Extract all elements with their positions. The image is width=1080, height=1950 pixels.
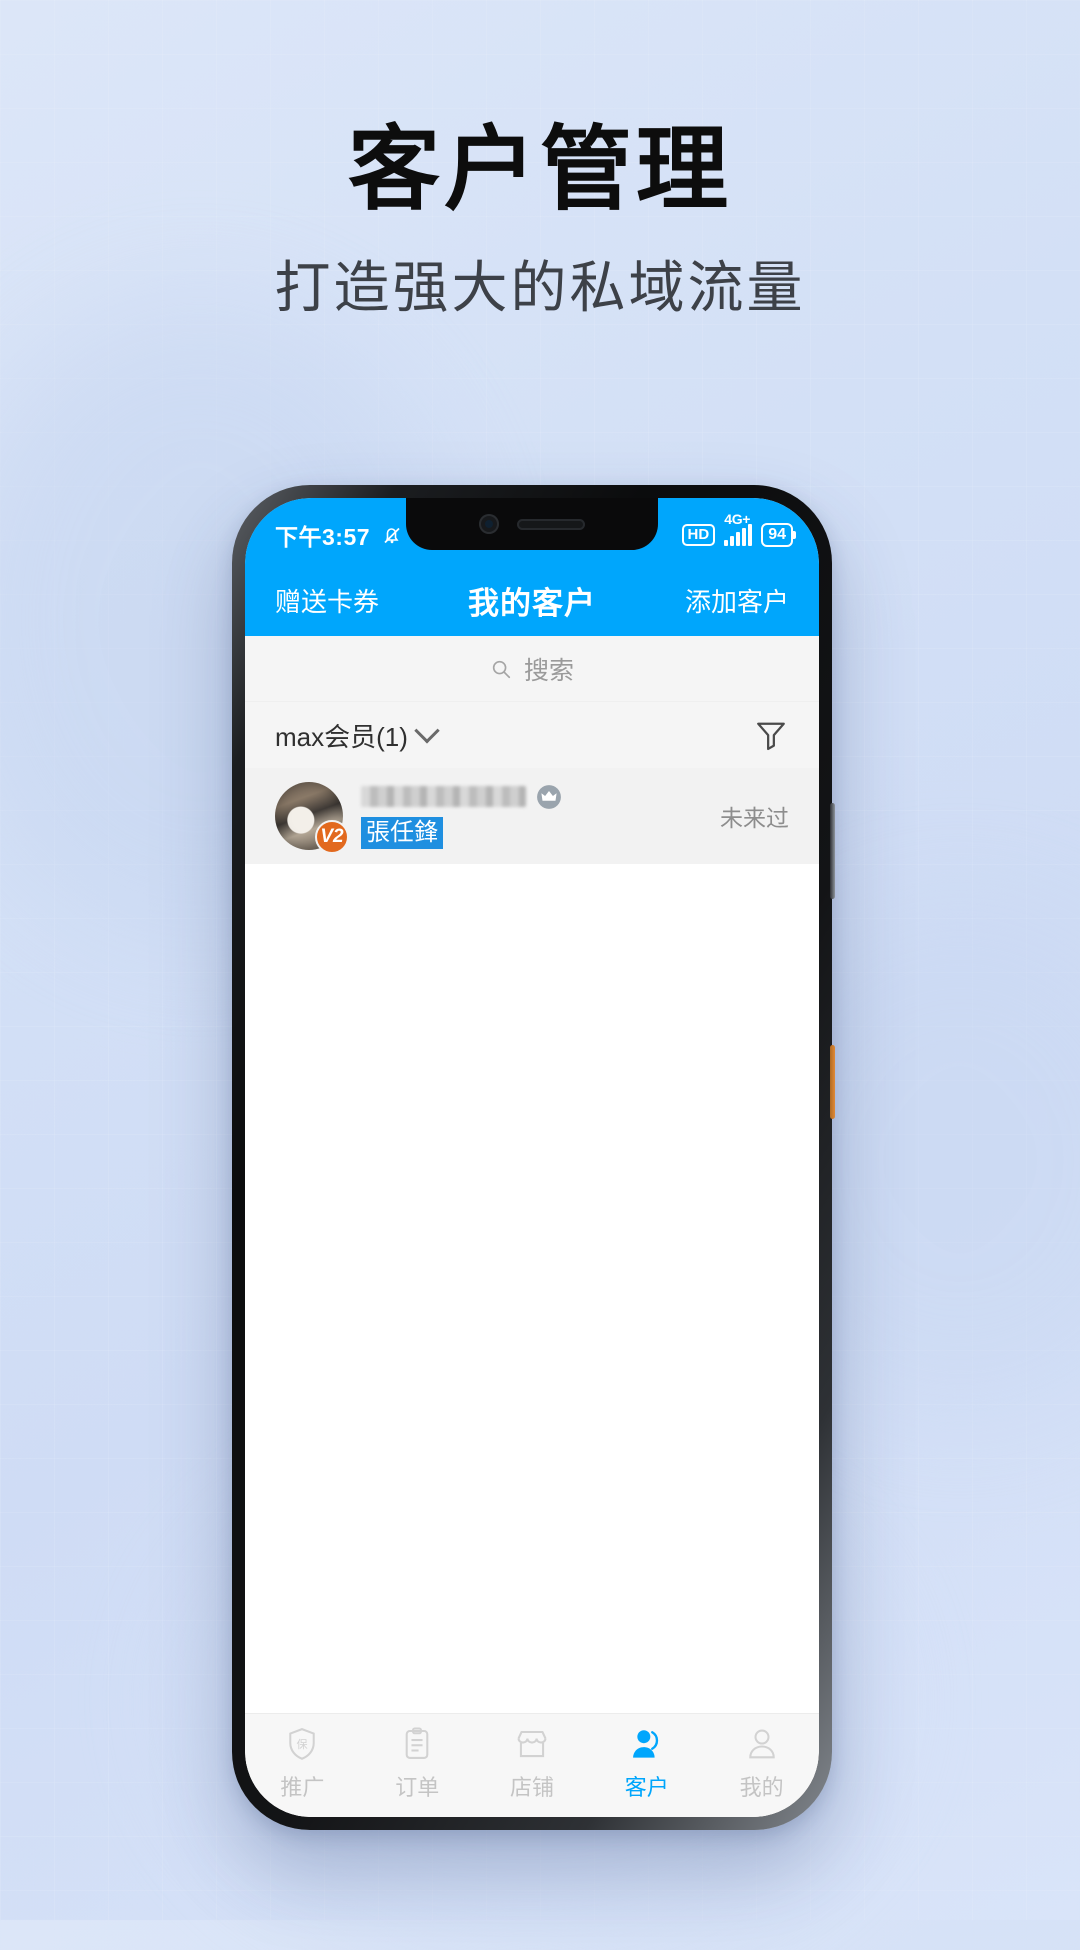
member-group-dropdown[interactable]: max会员(1) — [275, 717, 440, 754]
status-left: 下午3:57 — [275, 510, 404, 552]
crown-icon — [537, 784, 561, 809]
tab-label-promotion: 推广 — [280, 1775, 325, 1800]
front-camera-icon — [479, 514, 499, 534]
chevron-down-icon — [414, 718, 440, 744]
phone-notch — [406, 498, 658, 550]
tab-orders[interactable]: 订单 — [360, 1723, 475, 1802]
member-group-label: max会员(1) — [275, 721, 408, 752]
avatar: V2 — [275, 782, 349, 854]
hd-badge: HD — [681, 523, 716, 547]
tab-label-customers: 客户 — [624, 1775, 669, 1800]
phone-screen: 下午3:57 HD 4G+ 94 赠送卡券 我的客户 添加客户 搜索 max会员… — [245, 498, 819, 1817]
phone-bezel: 下午3:57 HD 4G+ 94 赠送卡券 我的客户 添加客户 搜索 max会员… — [245, 498, 819, 1817]
customer-tag: 張任鋒 — [361, 816, 443, 849]
customer-list: V2 張任鋒 未来过 — [245, 768, 819, 864]
member-level-badge: V2 — [315, 820, 349, 854]
status-bar: 下午3:57 HD 4G+ 94 — [245, 498, 819, 564]
customer-name-masked — [361, 786, 526, 807]
tab-customers[interactable]: 客户 — [589, 1723, 704, 1802]
customer-name-line — [361, 784, 702, 810]
signal-bars-icon — [724, 524, 753, 546]
poster-headline: 客户管理 打造强大的私域流量 — [0, 119, 1080, 324]
tab-label-orders: 订单 — [395, 1775, 440, 1800]
status-time: 下午3:57 — [275, 524, 371, 550]
volume-button[interactable] — [830, 803, 835, 899]
page-title: 客户管理 — [347, 119, 732, 221]
tab-promotion[interactable]: 保 推广 — [245, 1723, 360, 1802]
phone-mockup: 下午3:57 HD 4G+ 94 赠送卡券 我的客户 添加客户 搜索 max会员… — [232, 485, 835, 1830]
bell-muted-icon — [384, 527, 400, 544]
app-header: 赠送卡券 我的客户 添加客户 — [245, 564, 819, 636]
search-bar[interactable]: 搜索 — [245, 636, 819, 702]
app-title: 我的客户 — [468, 585, 596, 621]
page-subtitle: 打造强大的私域流量 — [274, 256, 806, 320]
status-right: HD 4G+ 94 — [681, 511, 793, 547]
search-icon — [492, 660, 511, 678]
tab-store[interactable]: 店铺 — [475, 1723, 590, 1802]
filter-funnel-icon[interactable] — [753, 717, 789, 753]
gift-coupon-button[interactable]: 赠送卡券 — [275, 582, 379, 619]
signal-indicator: 4G+ — [724, 511, 753, 546]
list-item[interactable]: V2 張任鋒 未来过 — [245, 768, 819, 864]
tab-label-profile: 我的 — [739, 1775, 784, 1800]
empty-content-area — [245, 864, 819, 1713]
power-button[interactable] — [830, 1045, 835, 1119]
customer-info: 張任鋒 — [361, 784, 702, 849]
customer-person-icon — [628, 1723, 666, 1765]
add-customer-button[interactable]: 添加客户 — [685, 582, 789, 619]
member-level-text: V2 — [320, 826, 344, 847]
earpiece-speaker — [517, 518, 585, 530]
search-input[interactable]: 搜索 — [524, 651, 574, 687]
network-label: 4G+ — [724, 511, 751, 527]
profile-person-icon — [743, 1723, 781, 1765]
battery-indicator: 94 — [761, 523, 793, 547]
tab-profile[interactable]: 我的 — [704, 1723, 819, 1802]
shield-promo-icon: 保 — [283, 1723, 321, 1765]
bottom-navigation: 保 推广 订单 店铺 客户 我的 — [245, 1713, 819, 1817]
clipboard-order-icon — [398, 1723, 436, 1765]
tab-label-store: 店铺 — [509, 1775, 554, 1800]
customer-status: 未来过 — [720, 805, 789, 831]
svg-text:保: 保 — [297, 1737, 308, 1751]
store-icon — [513, 1723, 551, 1765]
filter-row: max会员(1) — [245, 702, 819, 768]
